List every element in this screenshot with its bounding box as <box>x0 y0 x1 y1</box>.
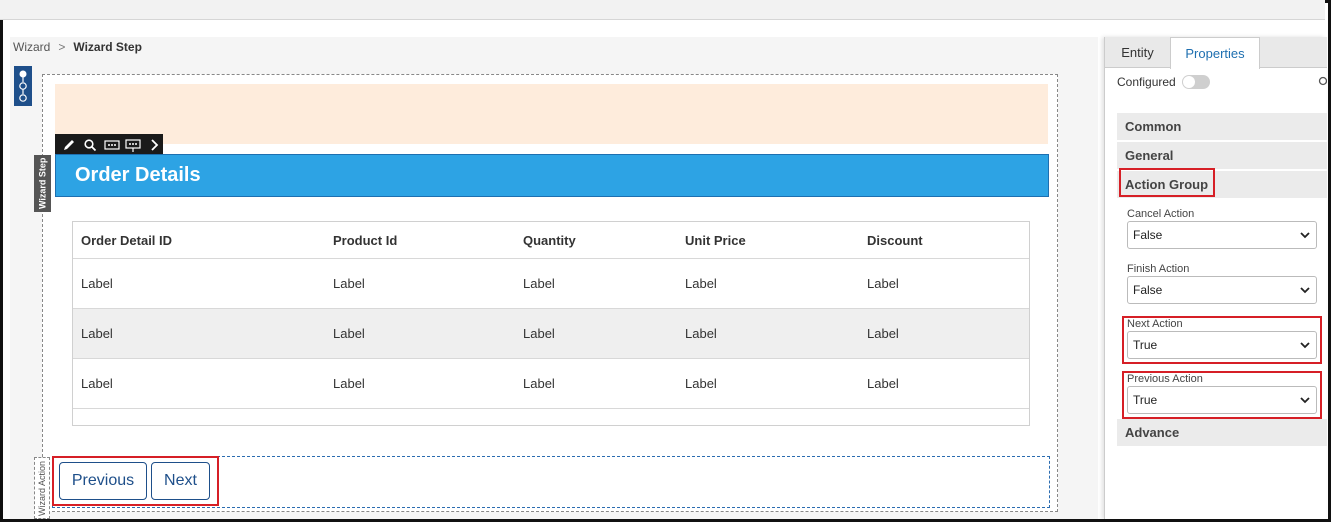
chevron-down-icon <box>1300 228 1310 242</box>
chevron-down-icon <box>1300 283 1310 297</box>
column-header: Product Id <box>333 232 398 248</box>
table-cell: Label <box>81 376 113 391</box>
breadcrumb: Wizard > Wizard Step <box>13 40 142 54</box>
table-cell: Label <box>333 376 365 391</box>
page-title: Order Details <box>75 164 201 186</box>
breadcrumb-current: Wizard Step <box>73 40 142 54</box>
table-cell: Label <box>523 376 555 391</box>
order-details-table[interactable]: Order Detail ID Product Id Quantity Unit… <box>72 221 1030 426</box>
column-header: Discount <box>867 232 923 248</box>
configured-toggle[interactable] <box>1181 75 1210 89</box>
section-advance[interactable]: Advance <box>1117 419 1327 446</box>
finish-action-value: False <box>1133 283 1163 297</box>
table-cell: Label <box>867 376 899 391</box>
table-row[interactable]: Label Label Label Label Label <box>73 309 1029 359</box>
horizontal-layout-icon[interactable] <box>103 136 120 154</box>
finish-action-label: Finish Action <box>1127 263 1190 275</box>
buttons-highlight <box>52 456 219 506</box>
search-icon[interactable] <box>1318 76 1327 88</box>
previous-action-highlight <box>1122 371 1322 419</box>
cancel-action-value: False <box>1133 228 1163 242</box>
table-cell: Label <box>81 276 113 291</box>
insert-layout-icon[interactable] <box>124 136 141 154</box>
next-action-highlight <box>1122 316 1322 364</box>
pencil-icon[interactable] <box>60 136 77 154</box>
table-cell: Label <box>685 326 717 341</box>
wizard-action-tag: Wizard Action <box>34 457 50 519</box>
table-row[interactable]: Label Label Label Label Label <box>73 359 1029 409</box>
chevron-right-icon[interactable] <box>146 136 163 154</box>
breadcrumb-chevron-icon: > <box>58 40 66 54</box>
table-cell: Label <box>523 276 555 291</box>
column-header: Order Detail ID <box>81 232 173 248</box>
column-header: Unit Price <box>685 232 746 248</box>
step-banner-area[interactable] <box>55 84 1048 144</box>
finish-action-select[interactable]: False <box>1127 276 1317 304</box>
search-icon[interactable] <box>81 136 98 154</box>
wizard-step-tag: Wizard Step <box>34 155 51 212</box>
properties-panel: Entity Properties Configured Common Gene… <box>1104 37 1327 519</box>
column-header: Quantity <box>523 232 576 248</box>
wizard-steps-icon[interactable] <box>14 66 32 106</box>
table-cell: Label <box>867 326 899 341</box>
configured-row: Configured <box>1117 75 1210 89</box>
order-details-header[interactable]: Order Details <box>55 154 1049 197</box>
table-cell: Label <box>867 276 899 291</box>
table-row[interactable]: Label Label Label Label Label <box>73 259 1029 309</box>
breadcrumb-root[interactable]: Wizard <box>13 40 50 54</box>
action-group-highlight <box>1119 168 1215 197</box>
panel-tabs: Entity Properties <box>1105 37 1327 69</box>
toggle-knob <box>1182 76 1195 88</box>
section-common[interactable]: Common <box>1117 113 1327 140</box>
section-general[interactable]: General <box>1117 142 1327 169</box>
table-cell: Label <box>685 376 717 391</box>
top-bar <box>0 0 1325 20</box>
tab-entity[interactable]: Entity <box>1105 37 1170 68</box>
table-cell: Label <box>685 276 717 291</box>
table-cell: Label <box>81 326 113 341</box>
tab-properties[interactable]: Properties <box>1170 37 1260 69</box>
table-cell: Label <box>523 326 555 341</box>
configured-label: Configured <box>1117 75 1176 89</box>
table-header-row: Order Detail ID Product Id Quantity Unit… <box>73 222 1029 259</box>
table-cell: Label <box>333 326 365 341</box>
element-toolbar <box>55 134 163 155</box>
cancel-action-select[interactable]: False <box>1127 221 1317 249</box>
table-cell: Label <box>333 276 365 291</box>
cancel-action-label: Cancel Action <box>1127 208 1195 220</box>
